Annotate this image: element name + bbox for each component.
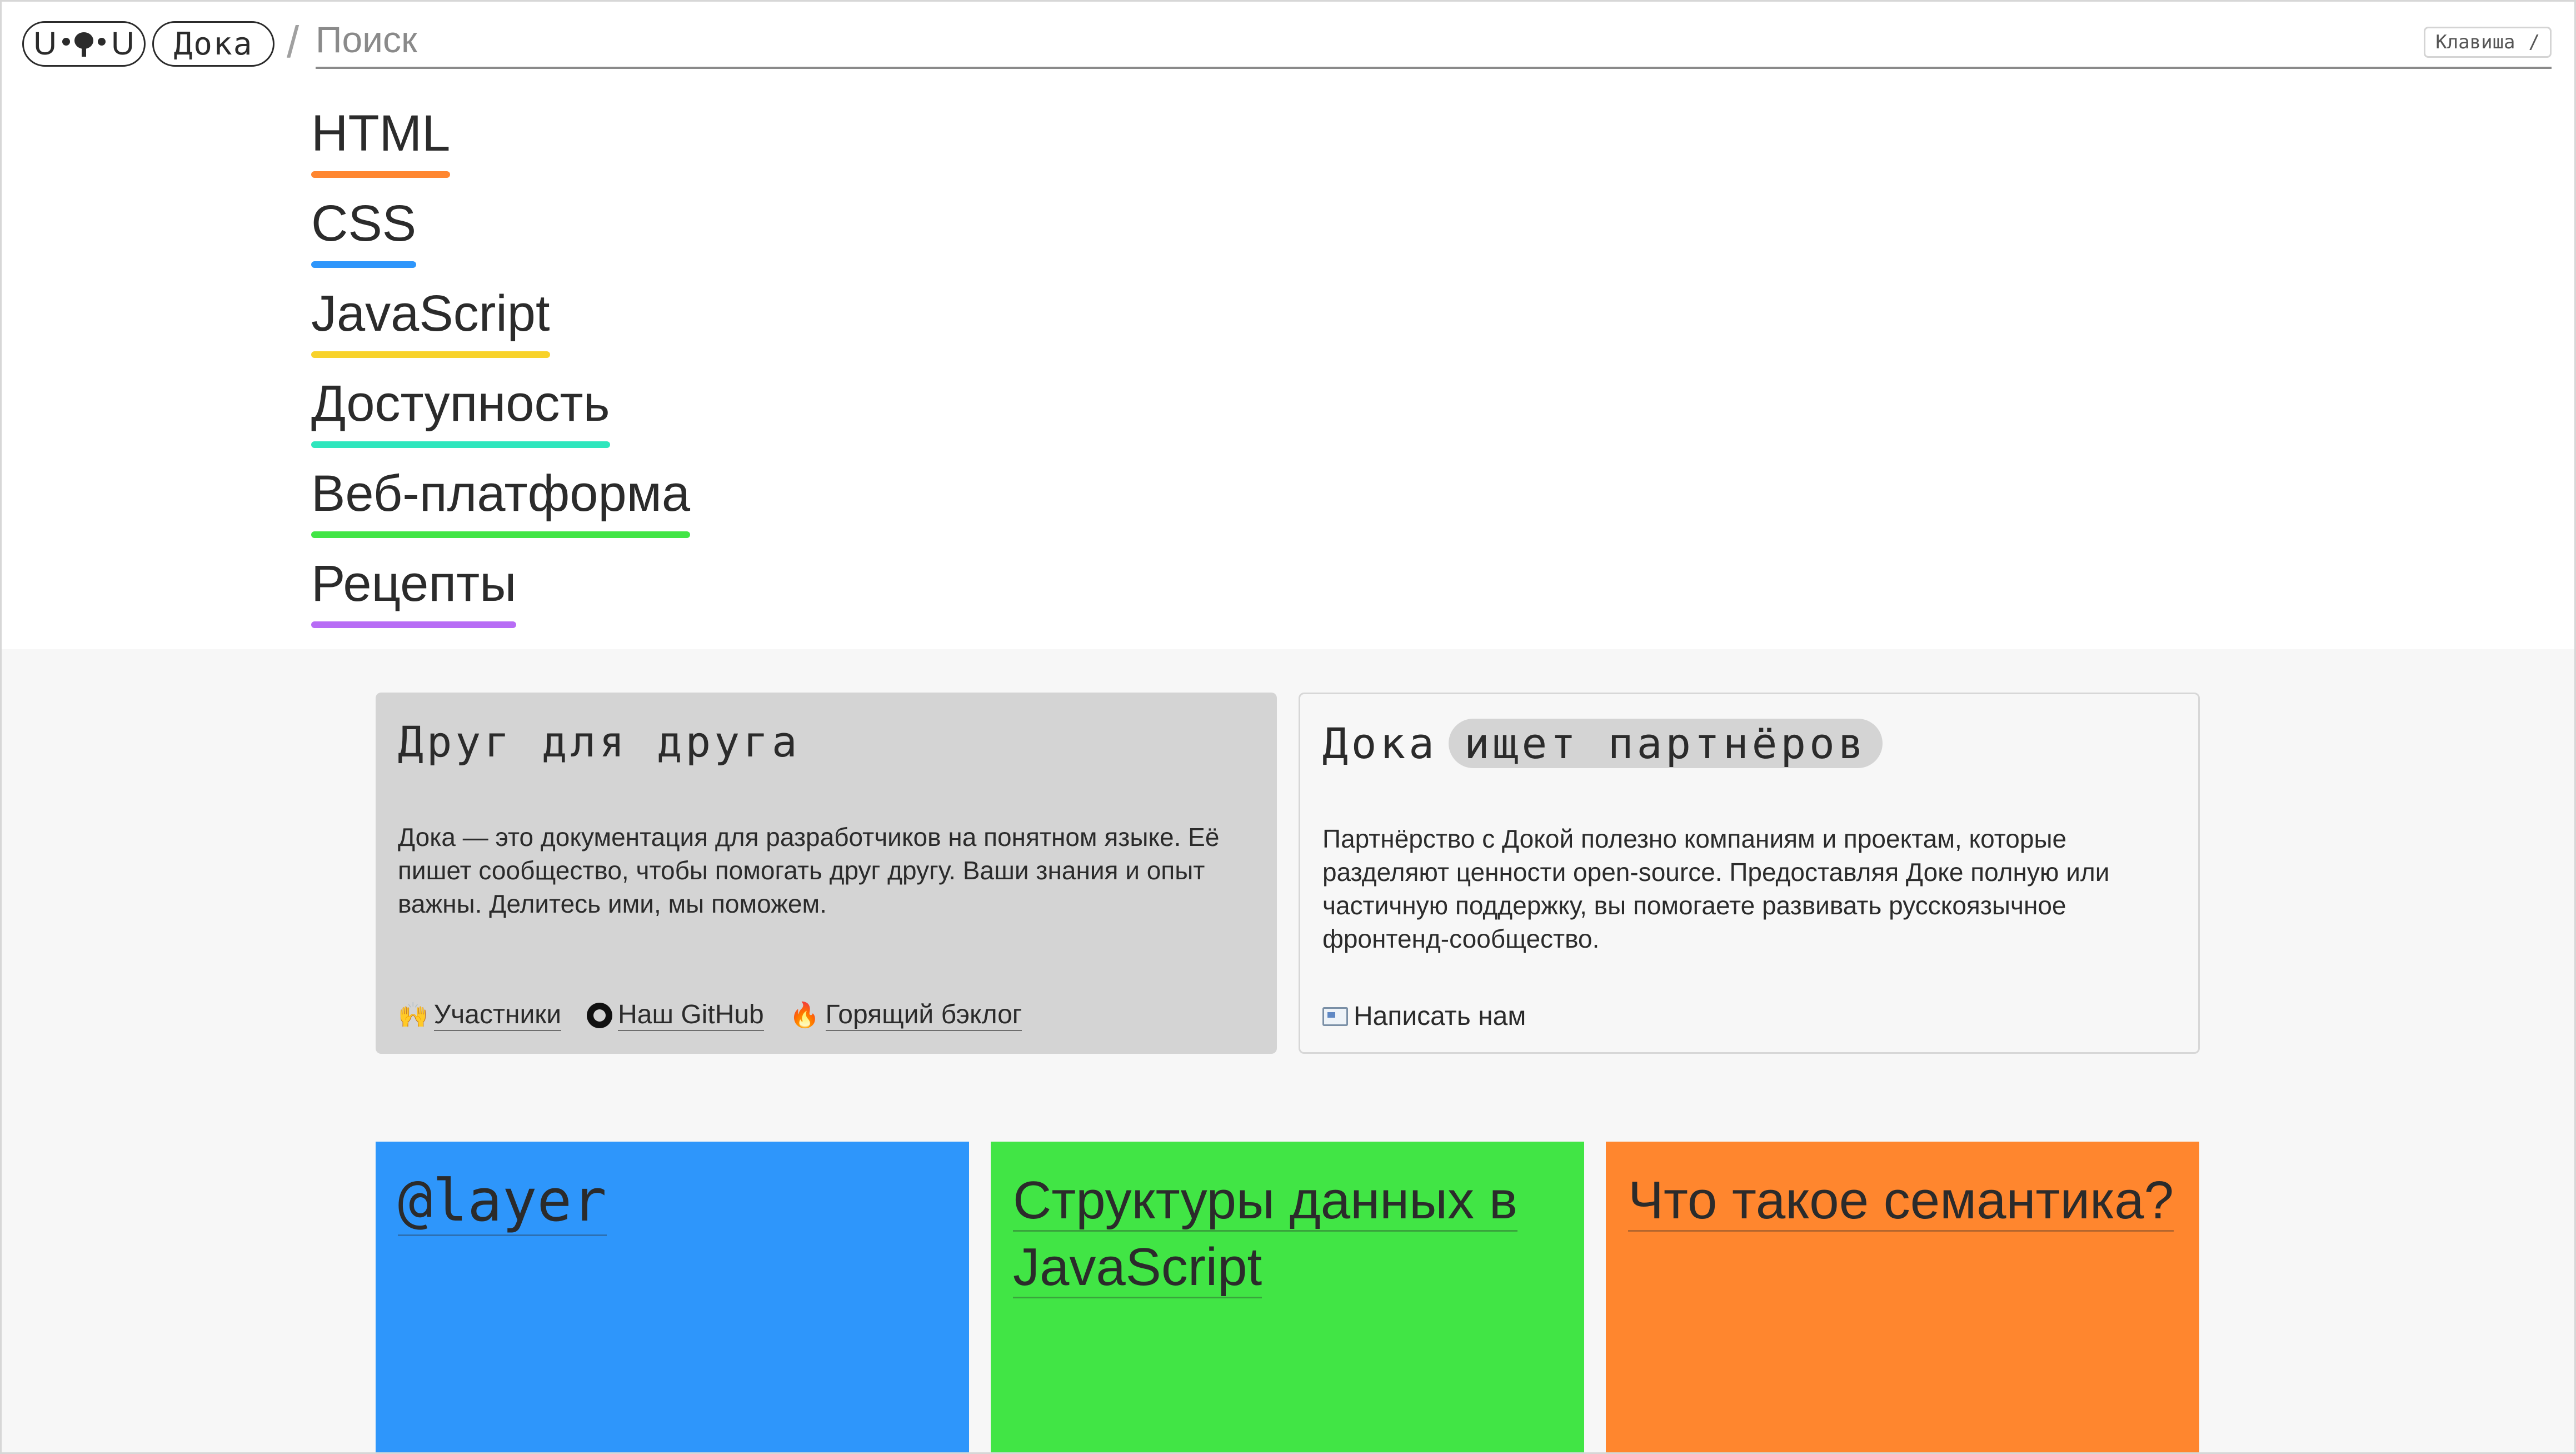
- friend-card-text: Дока — это документация для разработчико…: [398, 823, 1220, 918]
- brand-home-link[interactable]: Дока: [152, 21, 274, 67]
- logo-face-link[interactable]: U U: [22, 21, 146, 67]
- tile-title: @layer: [398, 1167, 947, 1236]
- search-bar: Клавиша /: [316, 14, 2552, 69]
- tile-title-text: Структуры данных в JavaScript: [1013, 1171, 1517, 1298]
- github-icon: [587, 1002, 613, 1028]
- breadcrumb-separator: /: [287, 17, 299, 67]
- partner-card-links: Написать нам: [1322, 1001, 1526, 1032]
- tile-title-text: @layer: [398, 1167, 607, 1236]
- backlog-link-label: Горящий бэклог: [825, 999, 1022, 1032]
- nav-item-label: Доступность: [311, 375, 610, 432]
- nav-item-css[interactable]: CSS: [311, 195, 417, 268]
- tile-title: Что такое семантика?: [1628, 1167, 2177, 1234]
- nav-item-web-platform[interactable]: Веб-платформа: [311, 465, 691, 538]
- tile-title-text: Что такое семантика?: [1628, 1171, 2174, 1232]
- featured-tile-layer[interactable]: @layer: [376, 1142, 969, 1454]
- logo-face-icon: [59, 30, 109, 58]
- nav-item-label: Рецепты: [311, 555, 517, 612]
- github-link[interactable]: Наш GitHub: [587, 999, 764, 1032]
- contact-us-link[interactable]: Написать нам: [1322, 1001, 1526, 1032]
- contact-us-label: Написать нам: [1354, 1002, 1526, 1031]
- partner-card-title: Дока ищет партнёров: [1322, 719, 1883, 768]
- partner-title-prefix: Дока: [1322, 719, 1438, 768]
- partner-title-highlight: ищет партнёров: [1449, 719, 1883, 768]
- tile-title: Структуры данных в JavaScript: [1013, 1167, 1562, 1301]
- nav-item-label: JavaScript: [311, 285, 550, 342]
- friend-card-title: Друг для друга: [398, 717, 801, 766]
- shortcut-key: /: [2528, 31, 2540, 53]
- logo-face-right: U: [111, 26, 134, 62]
- nav-item-label: Веб-платформа: [311, 465, 691, 522]
- contributors-link[interactable]: 🙌 Участники: [398, 999, 562, 1032]
- friend-card: Друг для друга Дока — это документация д…: [376, 693, 1277, 1054]
- nav-underline: [311, 261, 417, 268]
- nav-item-label: HTML: [311, 105, 451, 162]
- nav-underline: [311, 621, 517, 628]
- raised-hands-icon: 🙌: [398, 1001, 428, 1029]
- featured-tile-semantics[interactable]: Что такое семантика?: [1606, 1142, 2199, 1454]
- friend-card-links: 🙌 Участники Наш GitHub 🔥 Горящий бэклог: [398, 999, 1022, 1032]
- search-input[interactable]: [316, 14, 2316, 64]
- nav-underline: [311, 441, 610, 448]
- nav-underline: [311, 531, 691, 538]
- nav-item-accessibility[interactable]: Доступность: [311, 375, 610, 448]
- partner-card: Дока ищет партнёров Партнёрство с Докой п…: [1299, 693, 2200, 1054]
- nav-item-javascript[interactable]: JavaScript: [311, 285, 550, 358]
- contributors-link-label: Участники: [433, 999, 562, 1032]
- nav-item-recipes[interactable]: Рецепты: [311, 555, 517, 628]
- fire-icon: 🔥: [789, 1001, 820, 1029]
- partner-card-text: Партнёрство с Докой полезно компаниям и …: [1322, 824, 2110, 953]
- shortcut-label: Клавиша: [2435, 31, 2515, 53]
- search-shortcut-hint: Клавиша /: [2424, 27, 2552, 58]
- logo-face-left: U: [33, 26, 57, 62]
- nav-item-html[interactable]: HTML: [311, 105, 451, 178]
- featured-tile-data-structures[interactable]: Структуры данных в JavaScript: [991, 1142, 1584, 1454]
- github-link-label: Наш GitHub: [618, 999, 764, 1032]
- nav-underline: [311, 351, 550, 358]
- brand-name: Дока: [173, 26, 253, 62]
- nav-item-label: CSS: [311, 195, 417, 252]
- backlog-link[interactable]: 🔥 Горящий бэклог: [789, 999, 1022, 1032]
- site-header: U U Дока / Клавиша /: [0, 0, 2576, 69]
- mail-icon: [1322, 1007, 1348, 1026]
- nav-underline: [311, 171, 451, 178]
